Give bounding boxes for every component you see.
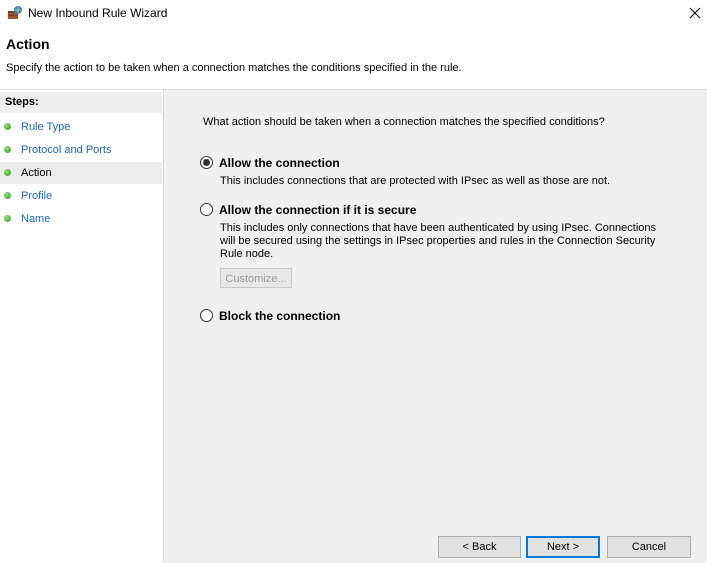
action-question: What action should be taken when a conne… — [203, 116, 605, 128]
allow-connection-radio[interactable] — [200, 156, 213, 169]
allow-if-secure-label[interactable]: Allow the connection if it is secure — [219, 203, 416, 217]
firewall-icon — [7, 5, 23, 21]
customize-button[interactable]: Customize... — [220, 268, 292, 288]
close-icon — [689, 7, 701, 19]
next-button[interactable]: Next > — [526, 536, 600, 558]
step-label[interactable]: Name — [21, 208, 50, 230]
block-connection-label[interactable]: Block the connection — [219, 309, 340, 323]
allow-connection-label[interactable]: Allow the connection — [219, 156, 340, 170]
step-bullet-icon — [4, 192, 11, 199]
main-panel: What action should be taken when a conne… — [164, 90, 707, 563]
allow-if-secure-radio[interactable] — [200, 203, 213, 216]
step-action[interactable]: Action — [0, 162, 162, 184]
step-label[interactable]: Protocol and Ports — [21, 139, 112, 161]
steps-sidebar: Steps: Rule Type Protocol and Ports Acti… — [0, 90, 164, 563]
page-title: Action — [6, 36, 50, 52]
close-button[interactable] — [684, 3, 706, 23]
step-bullet-icon — [4, 146, 11, 153]
page-header: Action Specify the action to be taken wh… — [0, 27, 707, 90]
step-name[interactable]: Name — [0, 208, 162, 230]
step-label[interactable]: Profile — [21, 185, 52, 207]
title-bar: New Inbound Rule Wizard — [0, 0, 707, 27]
back-button[interactable]: < Back — [438, 536, 521, 558]
page-description: Specify the action to be taken when a co… — [6, 62, 462, 74]
steps-heading: Steps: — [0, 92, 162, 113]
step-profile[interactable]: Profile — [0, 185, 162, 207]
step-bullet-icon — [4, 123, 11, 130]
step-label[interactable]: Action — [21, 162, 52, 184]
step-protocol-and-ports[interactable]: Protocol and Ports — [0, 139, 162, 161]
allow-if-secure-description-line: This includes only connections that have… — [220, 222, 656, 234]
allow-if-secure-description-line: Rule node. — [220, 248, 274, 260]
step-bullet-icon — [4, 215, 11, 222]
allow-connection-description: This includes connections that are prote… — [220, 175, 611, 187]
window-title: New Inbound Rule Wizard — [28, 6, 168, 20]
cancel-button[interactable]: Cancel — [607, 536, 691, 558]
step-label[interactable]: Rule Type — [21, 116, 70, 138]
block-connection-radio[interactable] — [200, 309, 213, 322]
step-bullet-icon — [4, 169, 11, 176]
step-rule-type[interactable]: Rule Type — [0, 116, 162, 138]
allow-if-secure-description-line: will be secured using the settings in IP… — [220, 235, 656, 247]
